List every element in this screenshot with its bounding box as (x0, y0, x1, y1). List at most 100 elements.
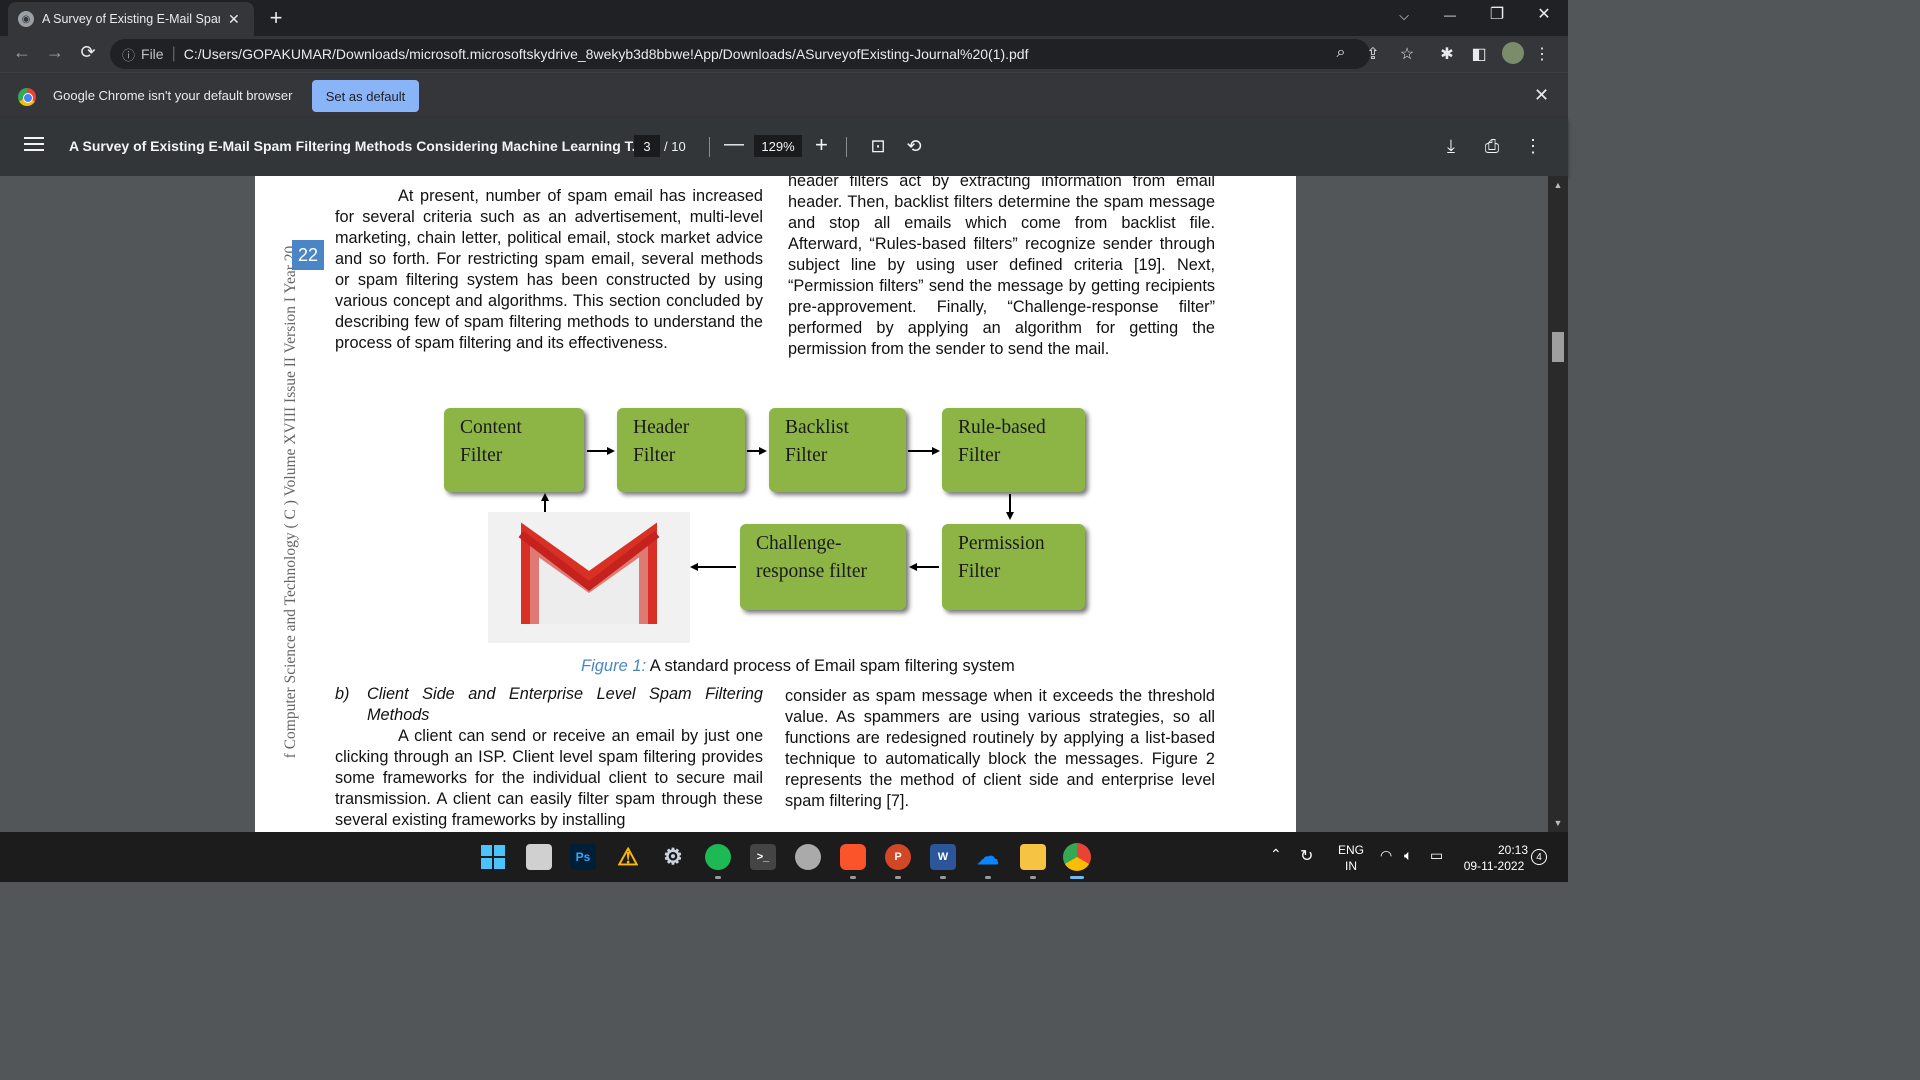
url-text[interactable]: C:/Users/GOPAKUMAR/Downloads/microsoft.m… (184, 46, 1029, 62)
paragraph: At present, number of spam email has inc… (335, 187, 763, 352)
zoom-level-input[interactable]: 129% (754, 135, 802, 157)
extensions-puzzle-icon[interactable]: ✱ (1435, 44, 1459, 64)
onedrive-icon[interactable]: ☁ (975, 844, 1001, 870)
default-browser-infobar: Google Chrome isn't your default browser… (0, 72, 1568, 118)
box-label: Permission (958, 533, 1045, 554)
toolbar-divider (709, 137, 710, 157)
fit-page-icon[interactable]: ⊡ (867, 136, 889, 157)
page-number-badge: 22 (292, 240, 324, 270)
arrow (908, 450, 932, 452)
running-indicator (715, 876, 721, 879)
section-title: Client Side and Enterprise Level Spam Fi… (367, 685, 763, 724)
word-icon[interactable]: W (930, 844, 956, 870)
pdf-page: f Computer Science and Technology ( C ) … (255, 176, 1296, 832)
bookmark-star-icon[interactable]: ☆ (1395, 44, 1419, 64)
wifi-icon[interactable]: ◠ (1380, 847, 1392, 864)
box-label: response filter (756, 561, 868, 582)
clock[interactable]: 20:13 09-11-2022 (1460, 842, 1528, 874)
address-bar: ← → ⟳ ⓘ File | C:/Users/GOPAKUMAR/Downlo… (0, 36, 1568, 72)
folder-icon[interactable] (1020, 844, 1046, 870)
right-column-bottom: consider as spam message when it exceeds… (785, 686, 1215, 812)
back-button[interactable]: ← (10, 42, 34, 63)
zoom-out-button[interactable]: — (724, 133, 744, 156)
pdf-title: A Survey of Existing E-Mail Spam Filteri… (69, 138, 644, 154)
print-icon[interactable]: ⎙ (1481, 136, 1503, 157)
box-label: Filter (633, 445, 676, 466)
box-label: Filter (958, 561, 1001, 582)
side-panel-icon[interactable]: ◧ (1467, 44, 1491, 64)
zoom-icon[interactable]: ⌕ (1329, 44, 1353, 62)
windows-start-icon[interactable] (480, 844, 506, 870)
page-number-input[interactable]: 3 (634, 135, 660, 157)
globe-icon: ◉ (18, 11, 34, 27)
running-indicator (940, 876, 946, 879)
tab-search-chevron-icon[interactable]: ⌵ (1384, 8, 1424, 24)
scroll-up-arrow-icon[interactable]: ▲ (1552, 180, 1564, 190)
network-drive-icon[interactable] (795, 844, 821, 870)
sync-icon[interactable]: ↻ (1300, 846, 1313, 866)
more-options-icon[interactable]: ⋮ (1522, 136, 1544, 157)
right-column-top: header filters act by extracting informa… (788, 176, 1215, 360)
download-icon[interactable]: ⤓ (1440, 136, 1462, 157)
arrow-head (607, 447, 615, 455)
file-explorer-icon[interactable] (526, 844, 552, 870)
terminal-icon[interactable]: >_ (750, 844, 776, 870)
figure-caption-text: A standard process of Email spam filteri… (646, 657, 1015, 675)
box-label: Header (633, 417, 690, 438)
chrome-menu-icon[interactable]: ⋮ (1530, 44, 1554, 64)
photoshop-icon[interactable]: Ps (570, 844, 596, 870)
zoom-in-button[interactable]: + (815, 132, 828, 158)
share-icon[interactable]: ⇪ (1361, 44, 1385, 64)
new-tab-button[interactable]: + (264, 5, 288, 31)
box-label: Filter (460, 445, 503, 466)
info-icon[interactable]: ⓘ (122, 45, 135, 64)
settings-icon[interactable]: ⚙ (660, 844, 686, 870)
close-window-button[interactable]: ✕ (1524, 4, 1564, 24)
brave-icon[interactable] (840, 844, 866, 870)
tab-title: A Survey of Existing E-Mail Spam Filteri… (42, 12, 220, 26)
restore-button[interactable]: ❐ (1477, 4, 1517, 24)
warning-app-icon[interactable]: ⚠ (615, 844, 641, 871)
omnibox[interactable]: ⓘ File | C:/Users/GOPAKUMAR/Downloads/mi… (110, 39, 1370, 69)
arrow-head (690, 563, 698, 571)
section-marker: b) (335, 685, 350, 703)
arrow (747, 450, 759, 452)
spotify-icon[interactable] (705, 844, 731, 870)
tray-overflow-chevron-icon[interactable]: ⌃ (1270, 846, 1282, 863)
set-as-default-button[interactable]: Set as default (312, 80, 419, 112)
figure-label: Figure 1: (581, 657, 647, 675)
windows-taskbar: Ps ⚠ ⚙ >_ P W ☁ ⌃ ↻ ENG IN ◠ 🔈︎ ▭ 20:13 … (0, 832, 1568, 882)
reload-button[interactable]: ⟳ (76, 42, 100, 63)
forward-button[interactable]: → (43, 42, 67, 63)
arrow-head (909, 563, 917, 571)
hamburger-menu-icon[interactable] (24, 137, 44, 155)
arrow (1009, 494, 1011, 512)
toolbar-divider (846, 137, 847, 157)
active-indicator (1070, 876, 1084, 879)
language-indicator[interactable]: ENG IN (1334, 842, 1368, 874)
arrow (917, 566, 939, 568)
tab-close-icon[interactable]: ✕ (228, 11, 240, 28)
notification-count-badge[interactable]: 4 (1531, 849, 1547, 865)
date: 09-11-2022 (1463, 859, 1525, 873)
journal-side-text: f Computer Science and Technology ( C ) … (282, 245, 299, 759)
vertical-scrollbar[interactable]: ▲ ▼ (1548, 176, 1568, 832)
chrome-icon[interactable] (1063, 843, 1091, 871)
arrow-head (1006, 512, 1014, 520)
minimize-button[interactable]: — (1430, 8, 1470, 22)
infobar-message: Google Chrome isn't your default browser (53, 88, 293, 103)
browser-tab[interactable]: ◉ A Survey of Existing E-Mail Spam Filte… (8, 2, 254, 36)
scroll-thumb[interactable] (1552, 332, 1564, 362)
battery-icon[interactable]: ▭ (1430, 847, 1443, 864)
box-label: Filter (785, 445, 828, 466)
paragraph: A client can send or receive an email by… (335, 727, 763, 829)
infobar-close-icon[interactable]: ✕ (1534, 85, 1549, 106)
box-label: Rule-based (958, 417, 1046, 438)
profile-avatar[interactable] (1502, 42, 1524, 64)
running-indicator (850, 876, 856, 879)
volume-icon[interactable]: 🔈︎ (1404, 847, 1412, 864)
pdf-viewer[interactable]: f Computer Science and Technology ( C ) … (0, 176, 1568, 832)
rotate-icon[interactable]: ⟲ (903, 136, 925, 157)
powerpoint-icon[interactable]: P (885, 844, 911, 870)
scroll-down-arrow-icon[interactable]: ▼ (1552, 818, 1564, 828)
